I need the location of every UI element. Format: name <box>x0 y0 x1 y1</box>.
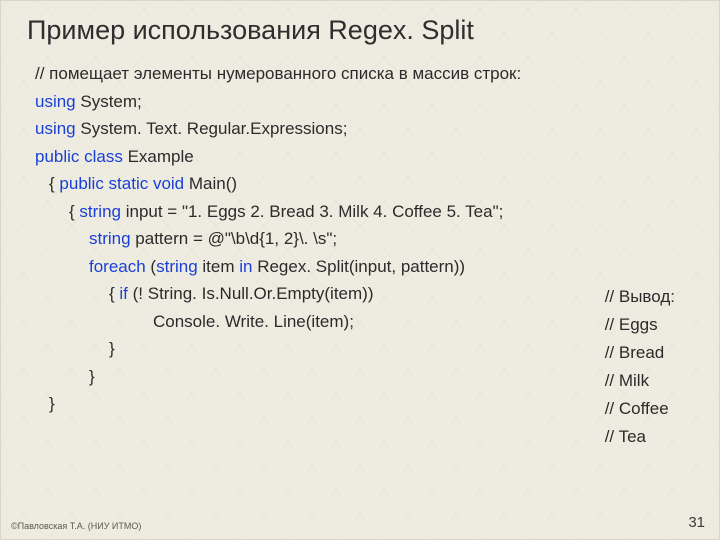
output-line: // Tea <box>605 423 675 451</box>
output-line: // Milk <box>605 367 675 395</box>
brace-close: } <box>35 363 695 391</box>
slide-title: Пример использования Regex. Split <box>27 15 695 46</box>
code-text: ( <box>146 257 156 276</box>
slide: Пример использования Regex. Split // пом… <box>0 0 720 540</box>
brace: { <box>69 202 79 221</box>
code-comment: // помещает элементы нумерованного списк… <box>35 60 695 88</box>
brace-close: } <box>35 335 695 363</box>
code-text: Main() <box>184 174 237 193</box>
kw-string: string <box>79 202 121 221</box>
code-text: System; <box>76 92 142 111</box>
footer-copyright: ©Павловская Т.А. (НИУ ИТМО) <box>11 521 141 531</box>
kw-using: using <box>35 119 76 138</box>
brace: { <box>109 284 119 303</box>
code-text: input = "1. Eggs 2. Bread 3. Milk 4. Cof… <box>121 202 503 221</box>
code-line: { public static void Main() <box>35 170 695 198</box>
code-line: using System; <box>35 88 695 116</box>
code-text: item <box>198 257 240 276</box>
code-text: (! String. Is.Null.Or.Empty(item)) <box>128 284 374 303</box>
code-line: public class Example <box>35 143 695 171</box>
kw-string: string <box>89 229 131 248</box>
brace-close: } <box>35 390 695 418</box>
kw-in: in <box>239 257 252 276</box>
code-line: { string input = "1. Eggs 2. Bread 3. Mi… <box>35 198 695 226</box>
kw-if: if <box>119 284 128 303</box>
output-line: // Eggs <box>605 311 675 339</box>
kw-string: string <box>156 257 198 276</box>
output-line: // Coffee <box>605 395 675 423</box>
brace: { <box>49 174 59 193</box>
code-block: // помещает элементы нумерованного списк… <box>27 60 695 418</box>
kw-using: using <box>35 92 76 111</box>
code-line: { if (! String. Is.Null.Or.Empty(item)) <box>35 280 695 308</box>
code-line: foreach (string item in Regex. Split(inp… <box>35 253 695 281</box>
code-line: using System. Text. Regular.Expressions; <box>35 115 695 143</box>
kw-foreach: foreach <box>89 257 146 276</box>
code-line: string pattern = @"\b\d{1, 2}\. \s"; <box>35 225 695 253</box>
kw-public-static-void: public static void <box>59 174 184 193</box>
code-line: Console. Write. Line(item); <box>35 308 695 336</box>
page-number: 31 <box>688 514 705 531</box>
output-line: // Вывод: <box>605 283 675 311</box>
output-block: // Вывод: // Eggs // Bread // Milk // Co… <box>605 283 675 451</box>
code-text: System. Text. Regular.Expressions; <box>76 119 348 138</box>
output-line: // Bread <box>605 339 675 367</box>
code-text: pattern = @"\b\d{1, 2}\. \s"; <box>131 229 338 248</box>
kw-public-class: public class <box>35 147 123 166</box>
code-text: Regex. Split(input, pattern)) <box>252 257 465 276</box>
code-text: Example <box>123 147 194 166</box>
